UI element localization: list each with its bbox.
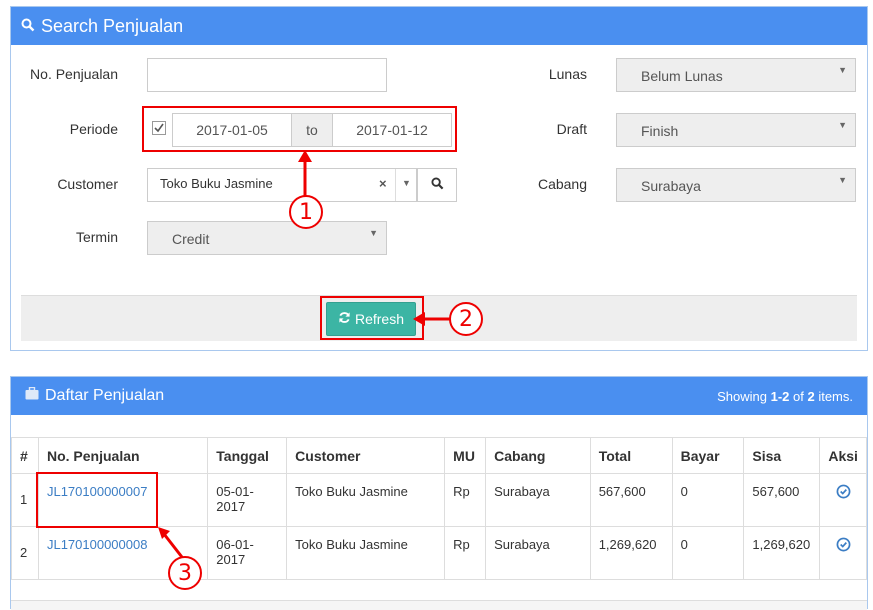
check-circle-icon[interactable] xyxy=(836,537,851,556)
annotation-arrow-1 xyxy=(298,150,312,196)
termin-select[interactable]: Credit ▼ xyxy=(147,221,387,255)
total-cell: 567,600 xyxy=(589,473,673,527)
customer-cell: Toko Buku Jasmine xyxy=(286,526,446,580)
search-icon xyxy=(21,16,35,37)
termin-label: Termin xyxy=(75,229,118,245)
tanggal-day: 06-01- xyxy=(216,537,254,552)
summary-suffix: items. xyxy=(814,389,853,404)
lunas-value: Belum Lunas xyxy=(641,68,723,84)
mu-cell: Rp xyxy=(444,473,487,527)
refresh-highlight xyxy=(320,296,424,340)
chevron-down-icon: ▼ xyxy=(838,120,847,130)
cabang-cell: Surabaya xyxy=(485,473,591,527)
col-header-customer[interactable]: Customer xyxy=(286,437,446,474)
customer-search-button[interactable] xyxy=(417,168,457,202)
tanggal-cell: 05-01- 2017 xyxy=(207,473,288,527)
briefcase-icon xyxy=(25,386,39,405)
callout-2: 2 xyxy=(449,302,483,336)
periode-highlight xyxy=(142,106,457,152)
cabang-label: Cabang xyxy=(537,176,587,192)
lunas-select[interactable]: Belum Lunas ▼ xyxy=(616,58,856,92)
summary-total: 2 xyxy=(807,389,815,404)
chevron-down-icon: ▼ xyxy=(838,175,847,185)
bayar-cell: 0 xyxy=(671,473,745,527)
chevron-down-icon[interactable]: ▼ xyxy=(395,169,417,201)
total-cell: 1,269,620 xyxy=(589,526,673,580)
tanggal-cell: 06-01- 2017 xyxy=(207,526,288,580)
row-number: 2 xyxy=(11,526,39,580)
no-penjualan-input[interactable] xyxy=(147,58,387,92)
clear-icon[interactable]: × xyxy=(379,176,387,191)
callout-1: 1 xyxy=(289,195,323,229)
customer-label: Customer xyxy=(57,176,118,192)
row-number: 1 xyxy=(11,473,39,527)
annotation-arrow-2 xyxy=(413,312,451,326)
sale-id-highlight xyxy=(36,472,158,528)
cabang-select[interactable]: Surabaya ▼ xyxy=(616,168,856,202)
col-header-tanggal[interactable]: Tanggal xyxy=(207,437,288,474)
summary-mid: of xyxy=(789,389,808,404)
col-header-sisa[interactable]: Sisa xyxy=(743,437,821,474)
bayar-cell: 0 xyxy=(671,526,745,580)
sisa-cell: 1,269,620 xyxy=(743,526,821,580)
draft-select[interactable]: Finish ▼ xyxy=(616,113,856,147)
aksi-cell xyxy=(819,526,867,580)
customer-value: Toko Buku Jasmine xyxy=(160,176,273,191)
draft-value: Finish xyxy=(641,123,679,139)
table-row: 2 JL170100000008 06-01- 2017 Toko Buku Ja… xyxy=(11,526,867,580)
sisa-cell: 567,600 xyxy=(743,473,821,527)
list-panel-title: Daftar Penjualan xyxy=(45,387,165,404)
col-header-no-penjualan[interactable]: No. Penjualan xyxy=(37,437,209,474)
mu-cell: Rp xyxy=(444,526,487,580)
tanggal-year: 2017 xyxy=(216,499,246,514)
no-penjualan-label: No. Penjualan xyxy=(30,66,118,82)
chevron-down-icon: ▼ xyxy=(838,65,847,75)
col-header-aksi: Aksi xyxy=(819,437,867,474)
periode-label: Periode xyxy=(69,121,118,137)
col-header-total[interactable]: Total xyxy=(589,437,673,474)
search-icon xyxy=(430,177,444,193)
col-header-number[interactable]: # xyxy=(11,437,39,474)
cabang-cell: Surabaya xyxy=(485,526,591,580)
termin-value: Credit xyxy=(172,231,210,247)
col-header-mu[interactable]: MU xyxy=(444,437,487,474)
chevron-down-icon: ▼ xyxy=(369,228,378,238)
callout-3: 3 xyxy=(168,556,202,590)
lunas-label: Lunas xyxy=(548,66,587,82)
customer-select[interactable]: Toko Buku Jasmine × ▼ xyxy=(147,168,417,202)
check-circle-icon[interactable] xyxy=(836,484,851,503)
summary-text: Showing 1-2 of 2 items. xyxy=(717,389,853,404)
customer-cell: Toko Buku Jasmine xyxy=(286,473,446,527)
draft-label: Draft xyxy=(556,121,587,137)
col-header-bayar[interactable]: Bayar xyxy=(671,437,745,474)
list-panel-header: Daftar Penjualan Showing 1-2 of 2 items. xyxy=(11,377,867,415)
search-panel-title: Search Penjualan xyxy=(41,15,184,36)
search-panel: Search Penjualan No. Penjualan Periode 2… xyxy=(10,6,868,351)
summary-range: 1-2 xyxy=(770,389,790,404)
cabang-value: Surabaya xyxy=(641,178,701,194)
aksi-cell xyxy=(819,473,867,527)
search-panel-header: Search Penjualan xyxy=(11,7,867,45)
summary-prefix: Showing xyxy=(717,389,771,404)
tanggal-day: 05-01- xyxy=(216,484,254,499)
table-header-row: # No. Penjualan Tanggal Customer MU Caba… xyxy=(11,437,867,474)
tanggal-year: 2017 xyxy=(216,552,246,567)
sale-link[interactable]: JL170100000008 xyxy=(47,537,148,552)
col-header-cabang[interactable]: Cabang xyxy=(485,437,591,474)
